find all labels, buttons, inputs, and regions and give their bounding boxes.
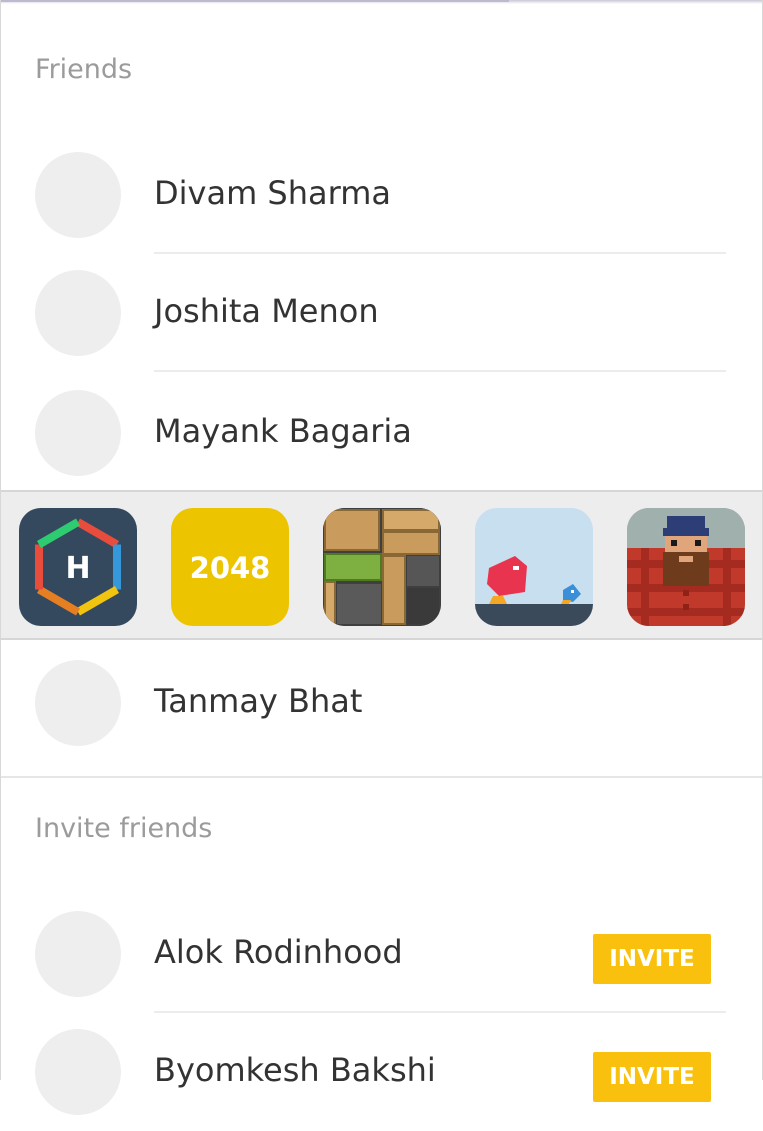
red-bird-game-icon[interactable] xyxy=(475,508,593,626)
wood-block-puzzle-game-icon[interactable] xyxy=(323,508,441,626)
avatar xyxy=(35,270,121,356)
avatar xyxy=(35,1029,121,1115)
games-carousel[interactable]: H 2048 xyxy=(1,490,762,640)
avatar xyxy=(35,152,121,238)
avatar xyxy=(35,390,121,476)
friend-name: Divam Sharma xyxy=(154,174,391,212)
invite-contact-name: Byomkesh Bakshi xyxy=(154,1051,436,1089)
invite-row: Byomkesh Bakshi INVITE xyxy=(1,1013,762,1131)
2048-game-icon[interactable]: 2048 xyxy=(171,508,289,626)
loading-progress-bar xyxy=(1,0,509,2)
invite-contact-name: Alok Rodinhood xyxy=(154,933,403,971)
invite-button[interactable]: INVITE xyxy=(593,934,711,984)
invite-section-header: Invite friends xyxy=(35,813,213,844)
lumberjack-game-icon[interactable] xyxy=(627,508,745,626)
avatar xyxy=(35,660,121,746)
hexagon-h-game-icon[interactable]: H xyxy=(19,508,137,626)
friend-name: Mayank Bagaria xyxy=(154,412,412,450)
friends-screen: Friends Divam Sharma Joshita Menon Mayan… xyxy=(0,0,763,1115)
invite-button[interactable]: INVITE xyxy=(593,1052,711,1102)
friend-name: Tanmay Bhat xyxy=(154,682,363,720)
row-divider xyxy=(154,370,726,372)
friend-row[interactable]: Mayank Bagaria xyxy=(1,374,762,492)
invite-row: Alok Rodinhood INVITE xyxy=(1,895,762,1013)
friend-row[interactable]: Joshita Menon xyxy=(1,254,762,372)
friend-row[interactable]: Divam Sharma xyxy=(1,136,762,254)
friend-row[interactable]: Tanmay Bhat xyxy=(1,644,762,762)
friends-section-header: Friends xyxy=(35,54,133,85)
section-divider xyxy=(1,776,762,778)
friend-name: Joshita Menon xyxy=(154,292,379,330)
2048-game-label: 2048 xyxy=(190,551,271,585)
avatar xyxy=(35,911,121,997)
hexagon-game-letter: H xyxy=(65,551,90,586)
